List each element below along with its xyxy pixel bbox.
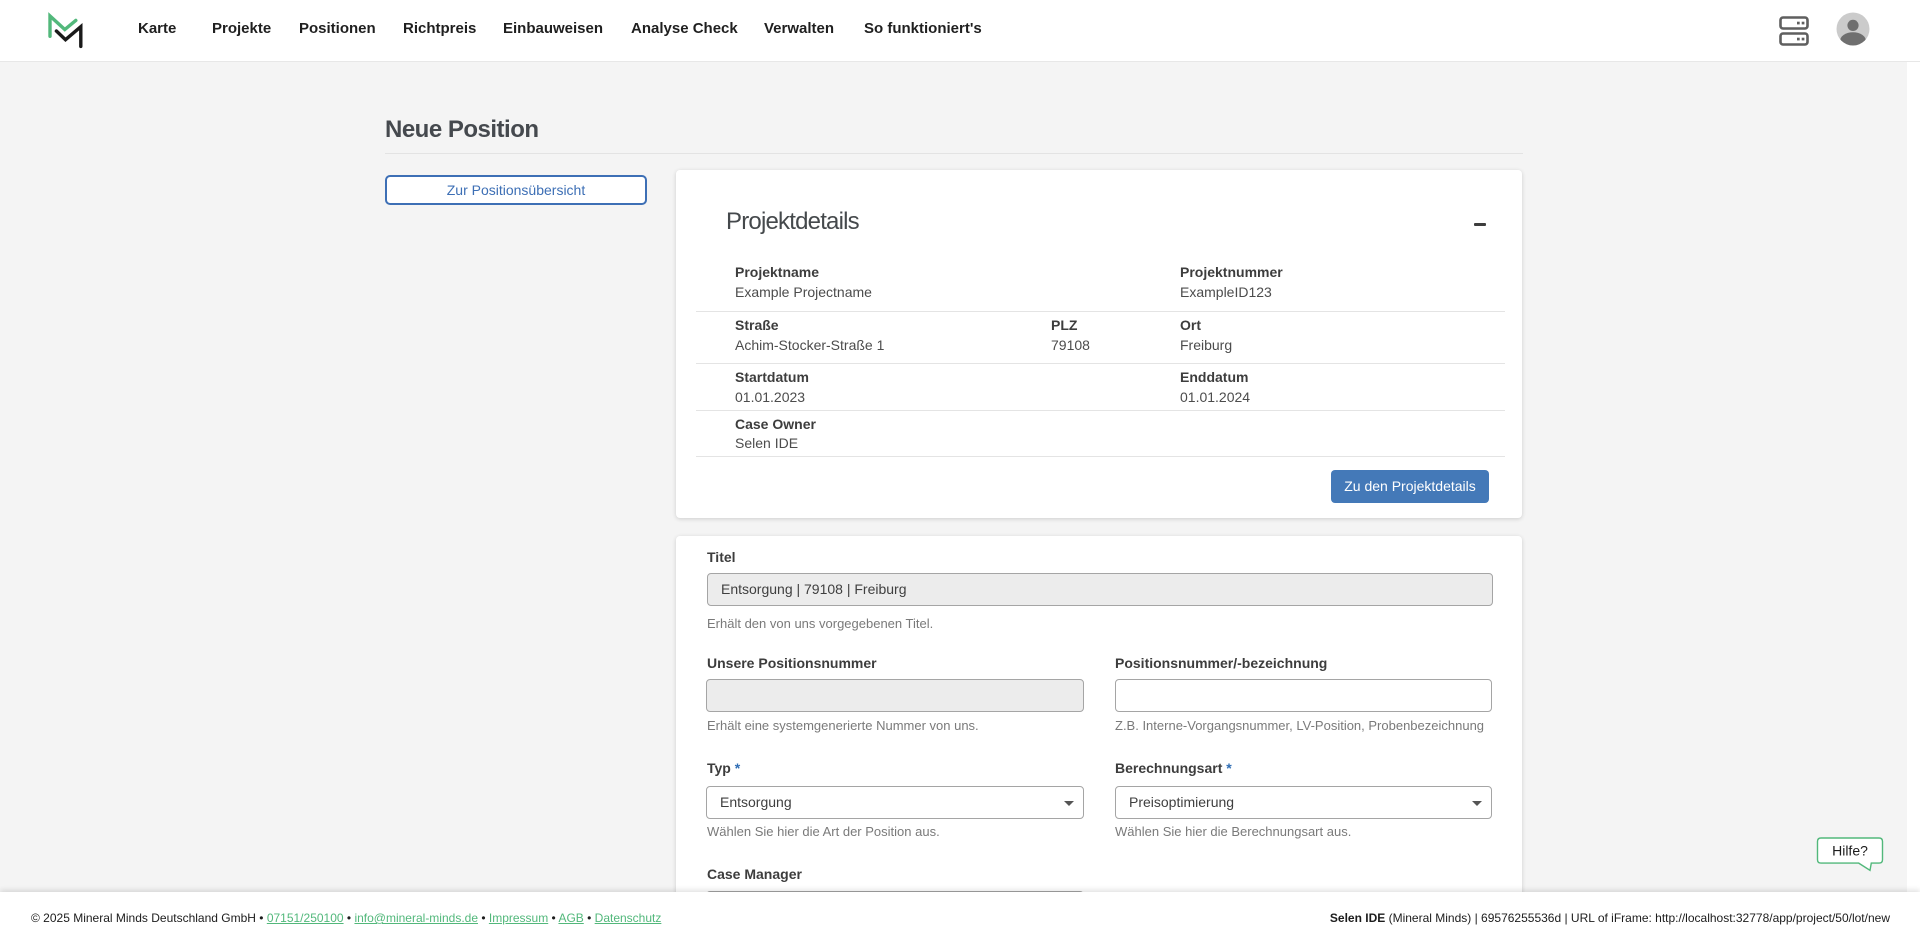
svg-text:Hilfe?: Hilfe? <box>1832 843 1868 859</box>
